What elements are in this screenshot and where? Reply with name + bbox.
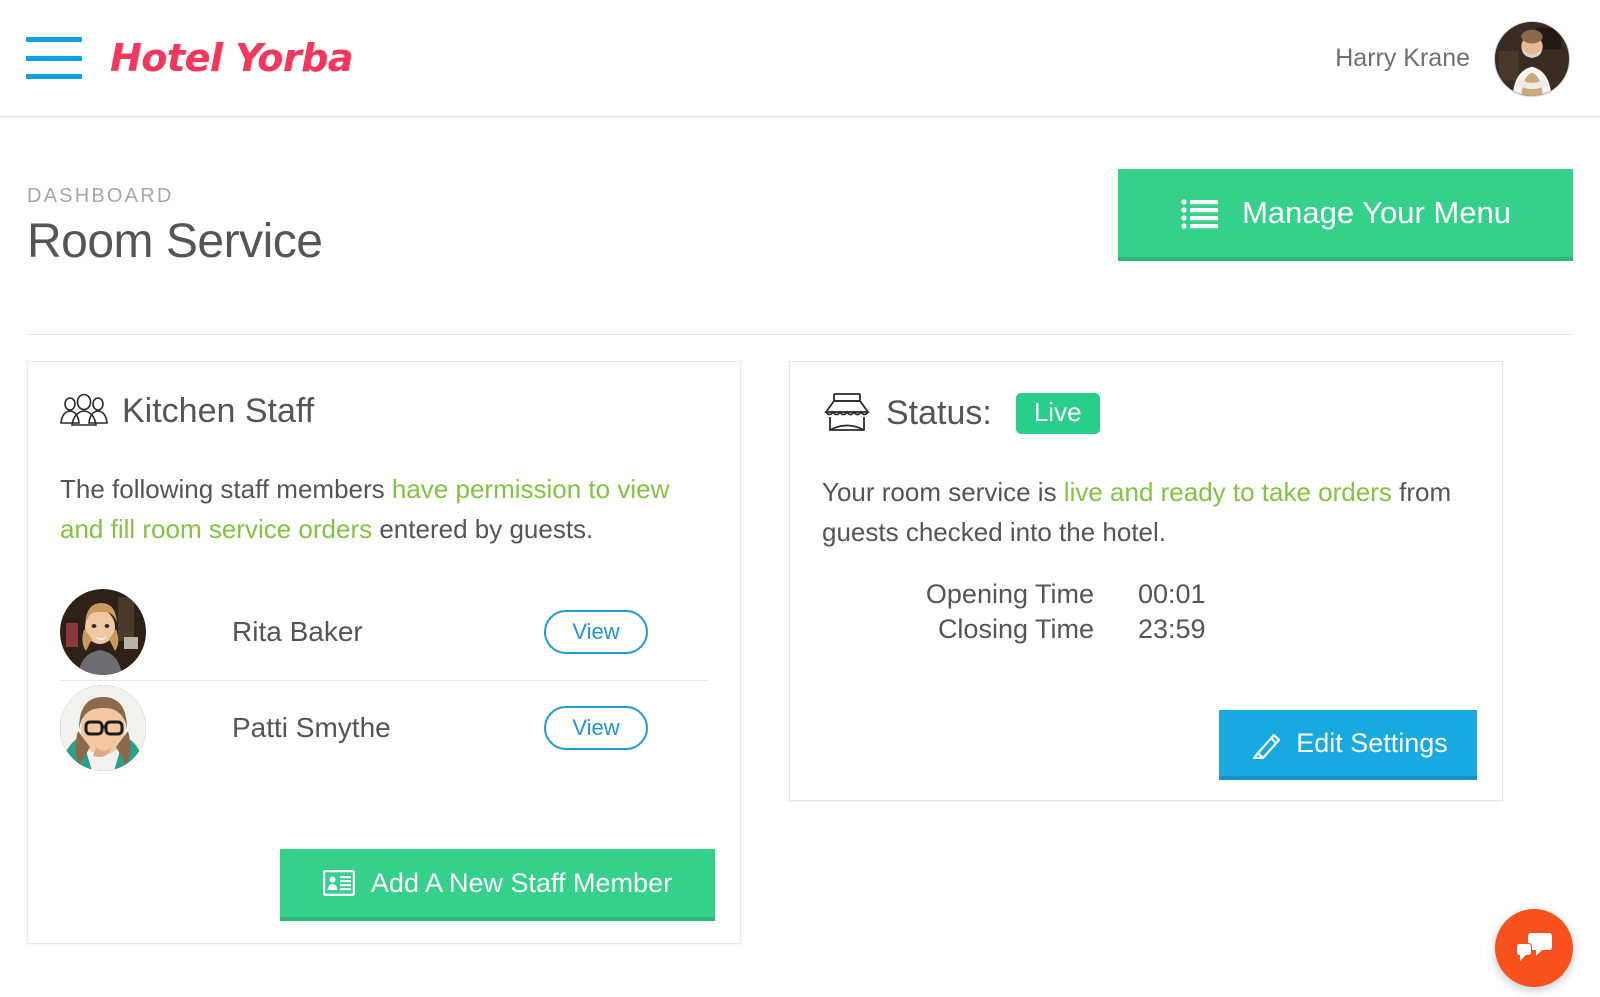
closing-time-label: Closing Time [937, 613, 1094, 644]
hamburger-line [26, 37, 82, 42]
main-content: DASHBOARD Room Service Manage Your Menu [0, 117, 1600, 944]
staff-list: Rita Baker View Patti Smythe View [60, 584, 708, 776]
brand-logo[interactable]: Hotel Yorba [110, 36, 353, 80]
kitchen-staff-description: The following staff members have permiss… [60, 469, 708, 550]
opening-time-label: Opening Time [925, 578, 1094, 609]
status-title: Status: Live [822, 392, 1470, 434]
group-people-icon [60, 393, 108, 426]
closing-time-value: 23:59 [1138, 613, 1206, 644]
avatar[interactable] [1494, 20, 1570, 97]
app-root: Hotel Yorba Harry Krane DASHBOARD Room S… [0, 0, 1600, 997]
user-name-label: Harry Krane [1335, 44, 1470, 72]
list-item: Patti Smythe View [60, 679, 708, 776]
storefront-icon [824, 393, 870, 431]
contact-card-icon [322, 870, 355, 896]
desc-part-1: The following staff members [60, 474, 392, 504]
avatar [60, 588, 146, 675]
status-description: Your room service is live and ready to t… [822, 472, 1470, 553]
add-staff-label: Add A New Staff Member [370, 867, 673, 898]
staff-name: Patti Smythe [232, 712, 391, 744]
page-header: DASHBOARD Room Service Manage Your Menu [0, 117, 1600, 335]
cards-row: Kitchen Staff The following staff member… [0, 335, 1600, 944]
list-item: Rita Baker View [60, 584, 708, 680]
manage-your-menu-label: Manage Your Menu [1242, 195, 1511, 230]
status-desc-part-1: Your room service is [822, 477, 1064, 507]
kitchen-staff-title-label: Kitchen Staff [122, 392, 315, 430]
add-new-staff-member-button[interactable]: Add A New Staff Member [280, 849, 715, 921]
status-card: Status: Live Your room service is live a… [789, 361, 1503, 801]
desc-part-2: entered by guests. [372, 514, 594, 545]
list-icon [1181, 199, 1219, 229]
staff-name: Rita Baker [232, 615, 363, 647]
edit-settings-label: Edit Settings [1296, 727, 1448, 758]
status-desc-highlight: live and ready to take orders [1063, 477, 1392, 507]
pencil-icon [1253, 733, 1281, 759]
opening-time-value: 00:01 [1138, 578, 1206, 609]
avatar [60, 685, 146, 772]
view-staff-button[interactable]: View [544, 609, 648, 654]
chat-widget-button[interactable] [1495, 909, 1573, 987]
manage-your-menu-button[interactable]: Manage Your Menu [1118, 169, 1573, 261]
kitchen-staff-card: Kitchen Staff The following staff member… [27, 361, 741, 944]
view-staff-button[interactable]: View [544, 706, 648, 751]
rita-baker-photo [60, 588, 146, 675]
top-navigation-bar: Hotel Yorba Harry Krane [0, 0, 1600, 117]
user-menu[interactable]: Harry Krane [1335, 0, 1570, 117]
service-hours-table: Opening Time 00:01 Closing Time 23:59 [894, 579, 1470, 645]
status-title-label: Status: [886, 393, 992, 432]
hamburger-line [26, 74, 82, 79]
chat-bubbles-icon [1516, 933, 1552, 961]
hamburger-line [26, 55, 82, 61]
avatar-photo [1495, 21, 1569, 96]
kitchen-staff-title: Kitchen Staff [60, 392, 708, 431]
hamburger-menu-icon[interactable] [26, 37, 82, 79]
edit-settings-button[interactable]: Edit Settings [1219, 710, 1477, 780]
status-badge: Live [1015, 392, 1100, 434]
patti-smythe-photo [60, 685, 146, 772]
